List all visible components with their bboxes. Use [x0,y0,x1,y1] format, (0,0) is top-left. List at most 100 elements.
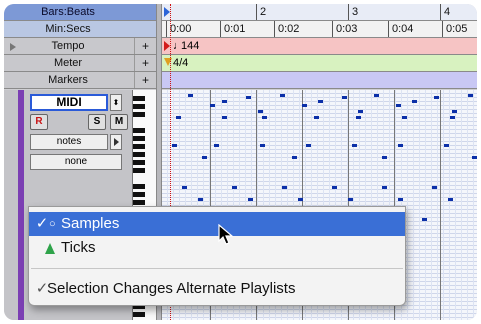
markers-ruler-header[interactable]: Markers + [4,72,156,89]
time-tick-label: 0:01 [220,21,245,37]
bars-beats-ruler-header[interactable]: Bars:Beats [4,4,156,21]
clock-icon: ○ [49,218,56,230]
menu-item-label: Samples [61,215,120,232]
midi-note[interactable] [444,144,449,147]
midi-note[interactable] [342,96,347,99]
midi-note[interactable] [448,198,453,201]
midi-note[interactable] [358,110,363,113]
menu-item-selection-changes-alternate-playlists[interactable]: ✓ Selection Changes Alternate Playlists [29,277,405,301]
midi-note[interactable] [332,186,337,189]
midi-note[interactable] [262,116,267,119]
midi-note[interactable] [182,186,187,189]
midi-note[interactable] [202,156,207,159]
add-meter-button[interactable]: + [134,55,156,71]
black-key [133,96,145,101]
midi-note[interactable] [188,94,193,97]
black-key [133,192,145,197]
midi-note[interactable] [306,144,311,147]
midi-note[interactable] [434,96,439,99]
midi-note[interactable] [374,94,379,97]
black-key [133,152,145,157]
black-key [133,200,145,205]
midi-note[interactable] [302,104,307,107]
track-name-field[interactable]: MIDI [30,94,108,111]
midi-note[interactable] [258,110,263,113]
midi-note[interactable] [222,116,227,119]
record-enable-button[interactable]: R [30,114,48,130]
black-key [133,168,145,173]
markers-ruler[interactable] [162,72,477,89]
midi-note[interactable] [468,94,473,97]
midi-note[interactable] [282,186,287,189]
tempo-value: 144 [181,40,200,52]
midi-note[interactable] [432,186,437,189]
checkmark-icon: ✓ [35,215,49,232]
patch-selector[interactable]: none [30,154,122,170]
track-name-stepper-icon[interactable]: ⬍ [110,94,122,111]
tempo-ruler[interactable]: ♩ 144 [162,38,477,55]
midi-note[interactable] [246,96,251,99]
bar-tick-label: 2 [256,4,266,20]
midi-note[interactable] [450,116,455,119]
bar-tick-label: 4 [440,4,450,20]
midi-note[interactable] [472,156,477,159]
metronome-icon [45,243,55,254]
midi-note[interactable] [248,198,253,201]
midi-note[interactable] [318,100,323,103]
track-color-strip [18,90,24,320]
meter-ruler-header[interactable]: Meter + [4,55,156,72]
meter-label: Meter [53,57,83,69]
black-key [133,144,145,149]
solo-button[interactable]: S [88,114,106,130]
midi-note[interactable] [398,144,403,147]
midi-note[interactable] [292,156,297,159]
tempo-ruler-header[interactable]: Tempo + [4,38,156,55]
midi-note[interactable] [352,144,357,147]
add-marker-button[interactable]: + [134,72,156,88]
midi-note[interactable] [382,156,387,159]
midi-note[interactable] [348,198,353,201]
midi-note[interactable] [356,116,361,119]
meter-value: 4/4 [173,57,189,69]
menu-separator [31,268,403,269]
midi-note[interactable] [452,110,457,113]
black-key [133,184,145,189]
midi-note[interactable] [382,186,387,189]
midi-note[interactable] [210,104,215,107]
midi-note[interactable] [260,144,265,147]
time-tick-label: 0:03 [332,21,357,37]
timebase-popup-menu: ✓ ○ Samples Ticks ✓ Selection Changes Al… [28,206,406,306]
time-tick-label: 0:05 [442,21,467,37]
grid-bar-line [440,90,441,320]
min-secs-ruler-header[interactable]: Min:Secs [4,21,156,38]
midi-note[interactable] [298,198,303,201]
midi-note[interactable] [422,218,427,221]
bars-beats-ruler[interactable]: 2 3 4 [162,4,477,21]
midi-note[interactable] [214,144,219,147]
midi-note[interactable] [396,104,401,107]
midi-note[interactable] [172,144,177,147]
meter-ruler[interactable]: 4/4 [162,55,477,72]
track-view-selector[interactable]: notes [30,134,108,150]
black-key [133,104,145,109]
min-secs-ruler[interactable]: 0:00 0:01 0:02 0:03 0:04 0:05 [162,21,477,38]
view-arrow-icon[interactable] [110,134,122,150]
menu-item-ticks[interactable]: Ticks [29,236,405,260]
midi-note[interactable] [402,116,407,119]
midi-note[interactable] [398,198,403,201]
add-tempo-button[interactable]: + [134,38,156,54]
min-secs-label: Min:Secs [45,23,91,35]
edit-window: Bars:Beats Min:Secs Tempo + Meter + Mark… [4,4,477,320]
midi-note[interactable] [176,116,181,119]
markers-label: Markers [48,74,88,86]
midi-note[interactable] [232,186,237,189]
menu-item-samples[interactable]: ✓ ○ Samples [29,212,405,236]
midi-note[interactable] [412,100,417,103]
tempo-label: Tempo [51,40,85,52]
midi-note[interactable] [280,94,285,97]
mouse-pointer-icon [218,224,234,245]
mute-button[interactable]: M [110,114,128,130]
midi-note[interactable] [314,116,319,119]
midi-note[interactable] [222,100,227,103]
midi-note[interactable] [198,198,203,201]
